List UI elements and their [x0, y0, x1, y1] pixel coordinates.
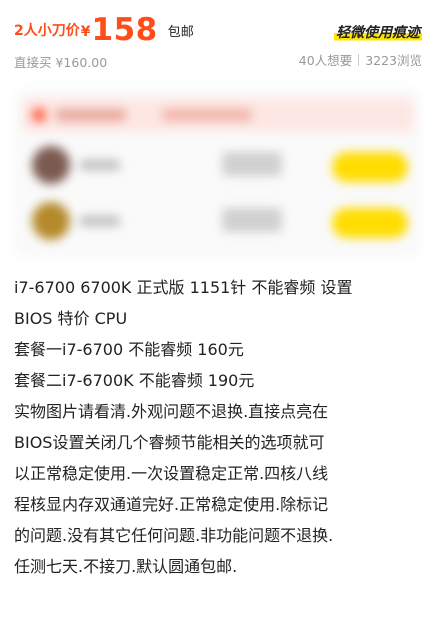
member-name-placeholder: [80, 216, 120, 226]
price-row: 2人小刀价 ¥ 158 包邮 轻微使用痕迹: [14, 8, 422, 48]
description-line: 的问题.没有其它任何问题.非功能问题不退换.: [14, 526, 334, 545]
description-line: 任测七天.不接刀.默认圆通包邮.: [14, 557, 238, 576]
avatar: [32, 202, 70, 240]
group-deal-header: [22, 98, 414, 132]
currency-symbol: ¥: [80, 24, 91, 40]
group-deal-card: [14, 88, 422, 258]
item-description: i7-6700 6700K 正式版 1151针 不能睿频 设置 BIOS 特价 …: [14, 272, 422, 582]
group-deal-icon: [32, 108, 46, 122]
price-amount: 158: [91, 12, 158, 48]
wants-count: 40人想要: [298, 53, 353, 68]
join-group-button[interactable]: [332, 208, 408, 238]
price-group: 2人小刀价 ¥ 158 包邮: [14, 8, 194, 48]
description-line: BIOS 特价 CPU: [14, 309, 128, 328]
description-line: 套餐二i7-6700K 不能睿频 190元: [14, 371, 255, 390]
direct-buy-price: 直接买 ¥160.00: [14, 55, 108, 70]
member-name-placeholder: [80, 160, 120, 170]
shipping-label: 包邮: [167, 25, 194, 40]
condition-tag: 轻微使用痕迹: [334, 22, 422, 42]
sub-info-row: 直接买 ¥160.00 40人想要 3223浏览: [14, 50, 422, 70]
group-member-row: [22, 140, 414, 192]
stats-divider: [358, 53, 360, 66]
group-deal-subtitle-placeholder: [162, 109, 252, 121]
stats: 40人想要 3223浏览: [299, 50, 422, 69]
avatar: [32, 146, 70, 184]
description-line: 以正常稳定使用.一次设置稳定正常.四核八线: [14, 464, 329, 483]
description-line: 套餐一i7-6700 不能睿频 160元: [14, 340, 244, 359]
views-count: 3223浏览: [365, 53, 422, 68]
join-group-button[interactable]: [332, 152, 408, 182]
deal-price-label: 2人小刀价: [14, 23, 80, 39]
description-line: 程核显内存双通道完好.正常稳定使用.除标记: [14, 495, 329, 514]
group-progress-placeholder: [222, 208, 282, 232]
group-member-row: [22, 196, 414, 248]
description-line: i7-6700 6700K 正式版 1151针 不能睿频 设置: [14, 278, 353, 297]
group-progress-placeholder: [222, 152, 282, 176]
group-deal-title-placeholder: [56, 109, 126, 121]
description-line: 实物图片请看清.外观问题不退换.直接点亮在: [14, 402, 329, 421]
description-line: BIOS设置关闭几个睿频节能相关的选项就可: [14, 433, 325, 452]
